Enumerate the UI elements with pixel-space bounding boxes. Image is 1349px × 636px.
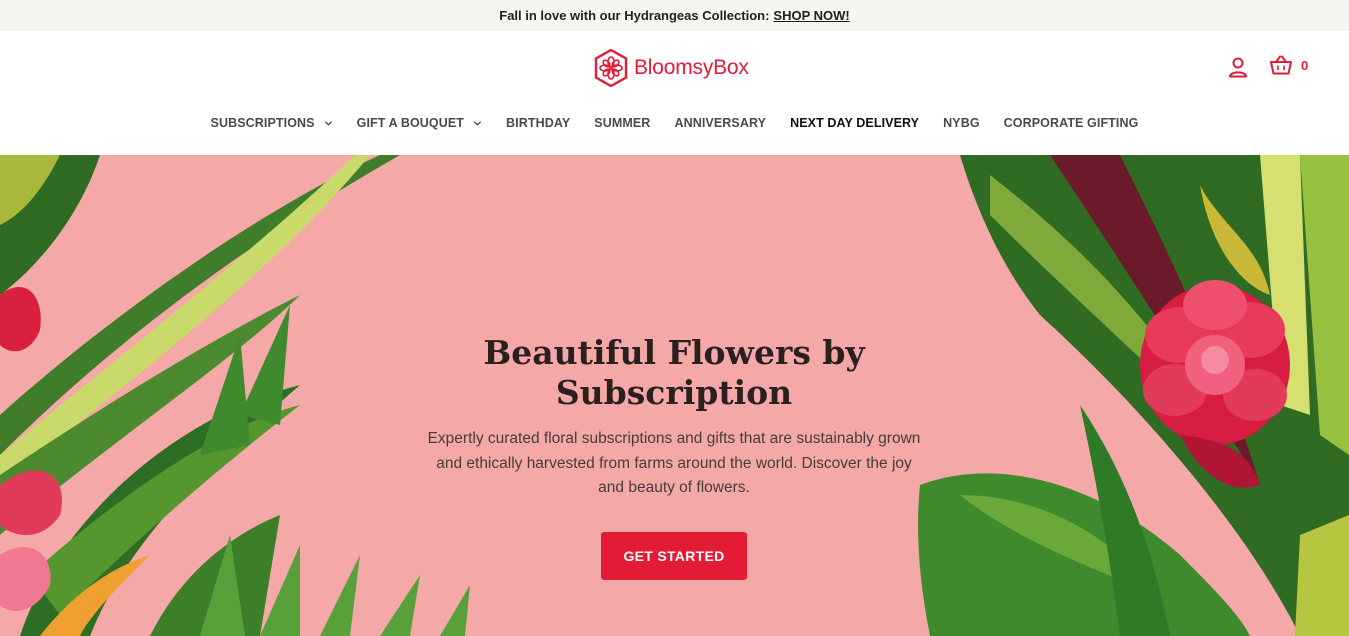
hero-banner: Beautiful Flowers by Subscription Expert…: [0, 155, 1349, 636]
nav-item-label: CORPORATE GIFTING: [1003, 116, 1139, 130]
promo-text: Fall in love with our Hydrangeas Collect…: [499, 8, 770, 23]
nav-item-summer[interactable]: SUMMER: [594, 116, 650, 130]
nav-item-next-day-delivery[interactable]: NEXT DAY DELIVERY: [790, 116, 919, 130]
nav-item-birthday[interactable]: BIRTHDAY: [506, 116, 570, 130]
main-nav: SUBSCRIPTIONS GIFT A BOUQUET BIRTHDAY SU…: [0, 113, 1349, 133]
flower-emblem-icon: [594, 49, 628, 87]
promo-bar: Fall in love with our Hydrangeas Collect…: [0, 0, 1349, 31]
left-foliage: [0, 155, 470, 636]
site-header: BloomsyBox 0 SUBSCRIPTIONS GIFT A BOUQUE…: [0, 31, 1349, 155]
nav-item-label: NYBG: [943, 116, 980, 130]
nav-item-anniversary[interactable]: ANNIVERSARY: [674, 116, 766, 130]
nav-item-label: SUMMER: [594, 116, 651, 130]
hero-title: Beautiful Flowers by Subscription: [483, 333, 865, 412]
user-icon[interactable]: [1227, 56, 1249, 78]
nav-item-nybg[interactable]: NYBG: [943, 116, 980, 130]
shop-now-link[interactable]: SHOP NOW!: [773, 8, 849, 23]
logo[interactable]: BloomsyBox: [594, 48, 749, 88]
cart-button[interactable]: 0: [1270, 55, 1308, 75]
nav-item-label: SUBSCRIPTIONS: [210, 116, 315, 130]
nav-item-corporate-gifting[interactable]: CORPORATE GIFTING: [1004, 116, 1139, 130]
logo-text: BloomsyBox: [634, 56, 749, 79]
hero-description: Expertly curated floral subscriptions an…: [427, 430, 921, 496]
basket-icon: [1270, 55, 1292, 75]
nav-item-label: GIFT A BOUQUET: [356, 116, 465, 130]
nav-item-gift-a-bouquet[interactable]: GIFT A BOUQUET: [357, 116, 482, 130]
nav-item-label: NEXT DAY DELIVERY: [790, 116, 920, 130]
nav-item-label: ANNIVERSARY: [674, 116, 767, 130]
nav-item-label: BIRTHDAY: [506, 116, 571, 130]
nav-item-subscriptions[interactable]: SUBSCRIPTIONS: [211, 116, 333, 130]
chevron-down-icon: [324, 120, 332, 126]
cart-count: 0: [1301, 57, 1309, 73]
chevron-down-icon: [473, 120, 482, 126]
get-started-button[interactable]: GET STARTED: [601, 532, 747, 580]
right-foliage: [918, 155, 1349, 636]
